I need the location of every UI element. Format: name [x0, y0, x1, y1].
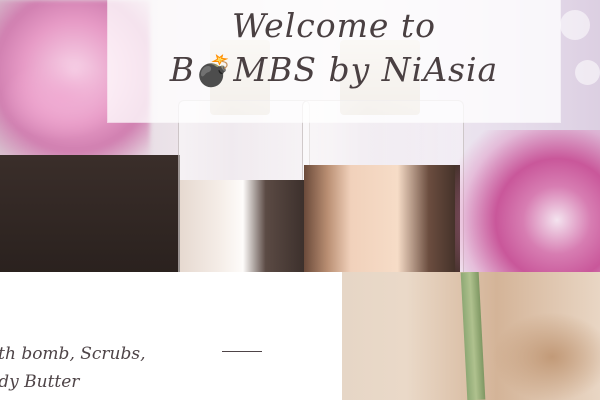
pink-flower-right-image	[455, 130, 600, 272]
product-photo	[342, 272, 600, 400]
title-suffix: MBS by NiAsia	[233, 50, 499, 89]
bomb-icon: 💣	[195, 54, 234, 89]
welcome-title-line1: Welcome to	[231, 6, 437, 45]
dark-background-block	[0, 155, 180, 272]
bottle-liquid-left	[180, 180, 306, 272]
products-list: ath bomb, Scrubs, ody Butter	[0, 340, 146, 396]
divider-dash	[222, 351, 262, 352]
welcome-title-box: Welcome to B💣MBS by NiAsia	[108, 0, 560, 122]
bokeh-light	[560, 10, 590, 40]
bottle-liquid-right	[304, 165, 460, 272]
welcome-title-line2: B💣MBS by NiAsia	[108, 48, 560, 94]
blurred-wood-background	[492, 312, 600, 400]
pink-flower-left-petals	[0, 60, 120, 140]
bokeh-light	[575, 60, 600, 85]
title-prefix: B	[169, 50, 196, 89]
green-stem-image	[460, 272, 486, 400]
products-line2: ody Butter	[0, 372, 80, 392]
hero-banner: Welcome to B💣MBS by NiAsia	[0, 0, 600, 272]
products-line1: ath bomb, Scrubs,	[0, 344, 146, 364]
